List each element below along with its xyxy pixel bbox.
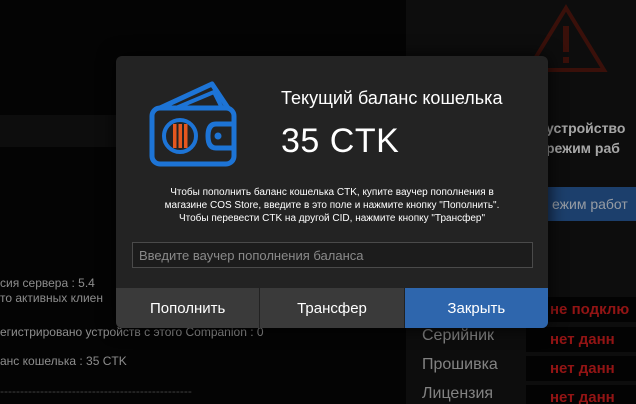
topup-button[interactable]: Пополнить [116, 288, 261, 328]
description-line: Чтобы пополнить баланс кошелька CTK, куп… [170, 187, 494, 198]
description-line: магазине COS Store, введите в это поле и… [164, 200, 500, 211]
dialog-title: Текущий баланс кошелька [281, 88, 503, 108]
voucher-input[interactable] [132, 242, 533, 268]
wallet-balance-dialog: Текущий баланс кошелька 35 CTK Чтобы поп… [116, 56, 548, 328]
close-button[interactable]: Закрыть [404, 288, 548, 328]
dialog-button-row: Пополнить Трансфер Закрыть [116, 288, 548, 328]
balance-value: 35 CTK [281, 122, 400, 160]
wallet-icon [149, 81, 237, 167]
description-line: Чтобы перевести CTK на другой CID, нажми… [178, 213, 486, 224]
dialog-description: Чтобы пополнить баланс кошелька CTK, куп… [124, 186, 540, 225]
transfer-button[interactable]: Трансфер [260, 288, 405, 328]
